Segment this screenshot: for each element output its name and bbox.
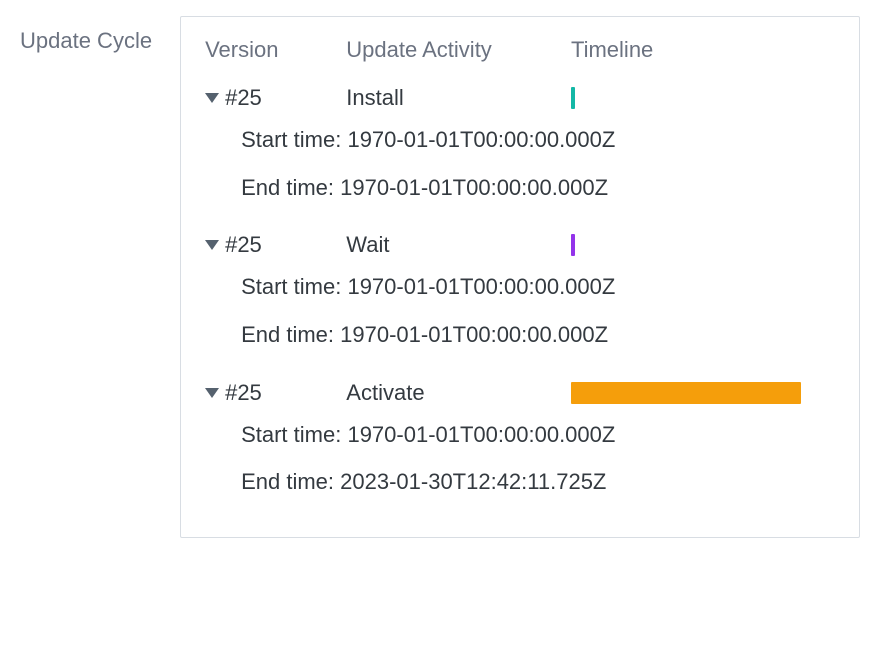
start-value: 1970-01-01T00:00:00.000Z <box>347 422 615 447</box>
detail-start: Start time: 1970-01-01T00:00:00.000Z <box>199 268 841 316</box>
table-row[interactable]: #25 Activate <box>199 372 841 416</box>
detail-end: End time: 1970-01-01T00:00:00.000Z <box>199 316 841 364</box>
timeline-bar <box>571 87 575 109</box>
detail-end: End time: 1970-01-01T00:00:00.000Z <box>199 169 841 217</box>
end-value: 1970-01-01T00:00:00.000Z <box>340 175 608 200</box>
activity-text: Install <box>346 85 403 110</box>
header-timeline: Timeline <box>565 33 841 77</box>
end-label: End time: <box>241 322 334 347</box>
activity-text: Activate <box>346 380 424 405</box>
version-text: #25 <box>225 232 262 258</box>
detail-start: Start time: 1970-01-01T00:00:00.000Z <box>199 416 841 464</box>
caret-down-icon[interactable] <box>205 93 219 103</box>
caret-down-icon[interactable] <box>205 388 219 398</box>
end-value: 1970-01-01T00:00:00.000Z <box>340 322 608 347</box>
timeline-bar <box>571 234 575 256</box>
header-version: Version <box>199 33 340 77</box>
section-label: Update Cycle <box>20 16 152 57</box>
version-text: #25 <box>225 85 262 111</box>
detail-end: End time: 2023-01-30T12:42:11.725Z <box>199 463 841 511</box>
caret-down-icon[interactable] <box>205 240 219 250</box>
table-row[interactable]: #25 Wait <box>199 224 841 268</box>
version-text: #25 <box>225 380 262 406</box>
end-label: End time: <box>241 469 334 494</box>
end-value: 2023-01-30T12:42:11.725Z <box>340 469 606 494</box>
start-label: Start time: <box>241 422 341 447</box>
table-row[interactable]: #25 Install <box>199 77 841 121</box>
start-value: 1970-01-01T00:00:00.000Z <box>347 127 615 152</box>
header-activity: Update Activity <box>340 33 565 77</box>
activity-text: Wait <box>346 232 389 257</box>
update-cycle-panel: Version Update Activity Timeline #25 Ins… <box>180 16 860 538</box>
end-label: End time: <box>241 175 334 200</box>
start-label: Start time: <box>241 274 341 299</box>
start-value: 1970-01-01T00:00:00.000Z <box>347 274 615 299</box>
update-cycle-table: Version Update Activity Timeline #25 Ins… <box>199 33 841 519</box>
detail-start: Start time: 1970-01-01T00:00:00.000Z <box>199 121 841 169</box>
start-label: Start time: <box>241 127 341 152</box>
timeline-bar <box>571 382 801 404</box>
